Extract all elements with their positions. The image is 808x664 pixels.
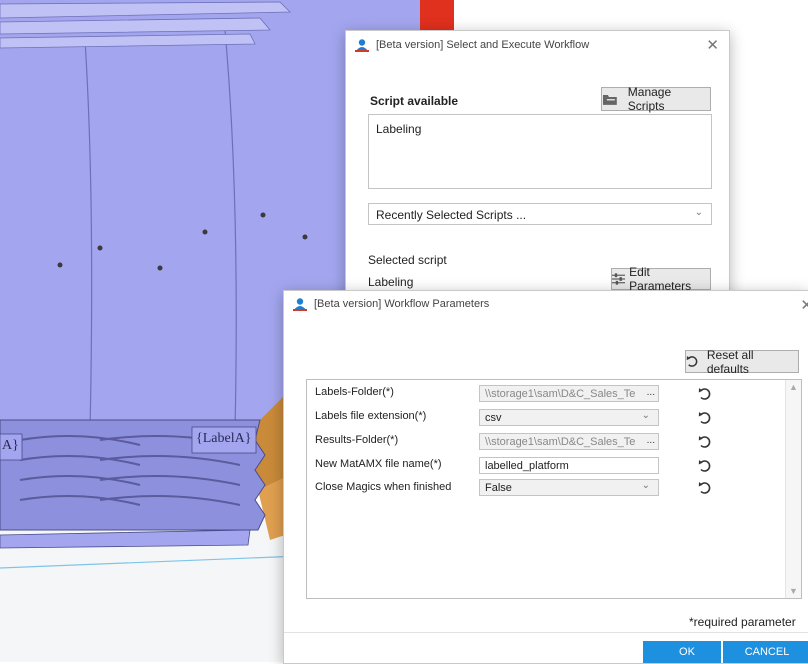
reset-icon[interactable] xyxy=(698,387,712,401)
browse-button[interactable]: ... xyxy=(647,387,655,398)
edit-parameters-label: Edit Parameters xyxy=(629,265,692,293)
workflow-dialog-titlebar[interactable]: [Beta version] Select and Execute Workfl… xyxy=(346,31,729,59)
reset-icon[interactable] xyxy=(698,435,712,449)
parameter-label: Labels file extension(*) xyxy=(315,410,427,422)
chevron-down-icon: ⌄ xyxy=(641,410,650,421)
app-logo-icon xyxy=(293,298,307,311)
close-magics-select[interactable]: False ⌄ xyxy=(479,479,659,496)
parameter-row: Close Magics when finished False ⌄ xyxy=(307,476,785,500)
close-magics-value: False xyxy=(485,482,512,494)
recent-scripts-value: Recently Selected Scripts ... xyxy=(376,208,527,222)
reset-icon[interactable] xyxy=(698,411,712,425)
labels-extension-value: csv xyxy=(485,412,502,424)
script-list-item[interactable]: Labeling xyxy=(376,122,421,136)
parameters-dialog-titlebar[interactable]: [Beta version] Workflow Parameters ✕ xyxy=(284,291,808,317)
ok-button[interactable]: OK xyxy=(643,641,731,663)
script-list[interactable]: Labeling xyxy=(368,114,712,189)
edit-parameters-button[interactable]: Edit Parameters xyxy=(611,265,711,293)
required-parameter-note: *required parameter xyxy=(689,615,796,629)
recent-scripts-dropdown[interactable]: Recently Selected Scripts ... ⌄ xyxy=(368,203,712,225)
selected-script-value: Labeling xyxy=(368,275,414,289)
script-available-label: Script available xyxy=(370,94,459,108)
parameter-label: Results-Folder(*) xyxy=(315,434,399,446)
matamx-file-name-value: labelled_platform xyxy=(485,460,569,472)
parameter-label: New MatAMX file name(*) xyxy=(315,458,442,470)
parameter-label: Labels-Folder(*) xyxy=(315,386,394,398)
parameter-row: New MatAMX file name(*) labelled_platfor… xyxy=(307,452,785,476)
parameter-row: Results-Folder(*) \\storage1\sam\D&C_Sal… xyxy=(307,428,785,452)
labels-extension-select[interactable]: csv ⌄ xyxy=(479,409,659,426)
labels-folder-field[interactable]: \\storage1\sam\D&C_Sales_Team\/ ... xyxy=(479,385,659,402)
results-folder-value: \\storage1\sam\D&C_Sales_Team\/ xyxy=(485,436,635,448)
app-logo-icon xyxy=(355,39,369,52)
labels-folder-value: \\storage1\sam\D&C_Sales_Team\/ xyxy=(485,388,635,400)
ok-label: OK xyxy=(679,646,695,658)
folder-script-icon xyxy=(602,95,617,105)
matamx-file-name-input[interactable]: labelled_platform xyxy=(479,457,659,474)
workflow-parameters-dialog: [Beta version] Workflow Parameters ✕ Res… xyxy=(283,290,808,664)
reset-icon xyxy=(686,355,698,367)
reset-all-defaults-button[interactable]: Reset all defaults xyxy=(685,347,799,376)
results-folder-field[interactable]: \\storage1\sam\D&C_Sales_Team\/ ... xyxy=(479,433,659,450)
browse-button[interactable]: ... xyxy=(647,435,655,446)
scroll-down-icon[interactable]: ▼ xyxy=(789,586,798,596)
reset-icon[interactable] xyxy=(698,481,712,495)
vertical-scrollbar[interactable]: ▲ ▼ xyxy=(785,380,801,598)
close-icon[interactable]: ✕ xyxy=(800,296,808,314)
chevron-down-icon: ⌄ xyxy=(694,207,703,218)
manage-scripts-button[interactable]: Manage Scripts xyxy=(601,85,711,113)
parameter-label: Close Magics when finished xyxy=(315,481,452,493)
parameters-table: ▲ ▼ Labels-Folder(*) \\storage1\sam\D&C_… xyxy=(306,379,802,599)
dialog-footer-divider xyxy=(284,632,808,633)
manage-scripts-label: Manage Scripts xyxy=(627,85,672,113)
reset-all-defaults-label: Reset all defaults xyxy=(706,347,754,376)
close-icon[interactable]: ✕ xyxy=(706,36,719,54)
cancel-button[interactable]: CANCEL xyxy=(721,641,808,663)
parameter-row: Labels file extension(*) csv ⌄ xyxy=(307,404,785,428)
workflow-dialog-title: [Beta version] Select and Execute Workfl… xyxy=(376,39,590,51)
scroll-up-icon[interactable]: ▲ xyxy=(789,382,798,392)
parameter-row: Labels-Folder(*) \\storage1\sam\D&C_Sale… xyxy=(307,380,785,404)
workflow-dialog: [Beta version] Select and Execute Workfl… xyxy=(345,30,730,322)
cancel-label: CANCEL xyxy=(744,646,790,658)
part-label-text-left: A} xyxy=(2,438,19,453)
selected-script-heading: Selected script xyxy=(368,253,447,267)
reset-icon[interactable] xyxy=(698,459,712,473)
part-label-text: {LabelA} xyxy=(196,431,252,446)
parameters-dialog-title: [Beta version] Workflow Parameters xyxy=(314,298,490,310)
sliders-icon xyxy=(612,273,626,285)
chevron-down-icon: ⌄ xyxy=(641,480,650,491)
